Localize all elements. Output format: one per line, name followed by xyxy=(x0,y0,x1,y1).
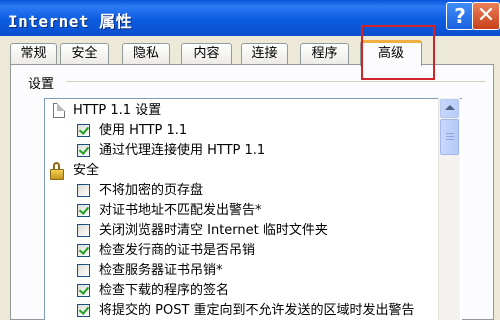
group-divider xyxy=(66,81,486,82)
checkbox-checked[interactable] xyxy=(77,284,90,297)
help-button[interactable]: ? xyxy=(446,2,474,30)
settings-group-label: 设置 xyxy=(28,77,55,92)
close-button[interactable]: ✕ xyxy=(472,2,500,30)
category-label: 安全 xyxy=(73,163,100,178)
checkbox-unchecked[interactable] xyxy=(77,264,90,277)
setting-label: 将提交的 POST 重定向到不允许发送的区域时发出警告 xyxy=(99,303,415,318)
setting-label: 使用 HTTP 1.1 xyxy=(99,123,188,138)
scroll-thumb[interactable] xyxy=(440,119,459,155)
vertical-scrollbar[interactable] xyxy=(438,98,460,320)
tab-privacy[interactable]: 隐私 xyxy=(122,43,170,64)
checkbox-unchecked[interactable] xyxy=(77,224,90,237)
setting-label: 检查下载的程序的签名 xyxy=(99,283,230,298)
checkbox-checked[interactable] xyxy=(77,144,90,157)
tab-security[interactable]: 安全 xyxy=(60,43,109,64)
category-label: HTTP 1.1 设置 xyxy=(73,103,162,118)
tab-general[interactable]: 常规 xyxy=(10,43,57,64)
checkbox-checked[interactable] xyxy=(77,304,90,317)
setting-label: 检查服务器证书吊销* xyxy=(99,263,223,278)
tab-connections[interactable]: 连接 xyxy=(241,43,288,64)
checkbox-unchecked[interactable] xyxy=(77,184,90,197)
tab-programs[interactable]: 程序 xyxy=(300,43,349,64)
checkbox-checked[interactable] xyxy=(77,204,90,217)
scroll-up-button[interactable] xyxy=(440,99,459,118)
checkbox-checked[interactable] xyxy=(77,124,90,137)
setting-label: 关闭浏览器时清空 Internet 临时文件夹 xyxy=(99,223,328,238)
highlight-box xyxy=(361,25,435,80)
setting-label: 检查发行商的证书是否吊销 xyxy=(99,243,256,258)
setting-label: 通过代理连接使用 HTTP 1.1 xyxy=(99,143,266,158)
settings-list[interactable]: HTTP 1.1 设置 使用 HTTP 1.1 通过代理连接使用 HTTP 1.… xyxy=(44,98,462,320)
setting-label: 不将加密的页存盘 xyxy=(99,183,204,198)
checkbox-checked[interactable] xyxy=(77,244,90,257)
lock-icon xyxy=(50,162,65,180)
tab-content[interactable]: 内容 xyxy=(181,43,232,64)
window-title: Internet 属性 xyxy=(8,12,133,31)
setting-label: 对证书地址不匹配发出警告* xyxy=(99,203,262,218)
document-icon xyxy=(53,103,65,118)
